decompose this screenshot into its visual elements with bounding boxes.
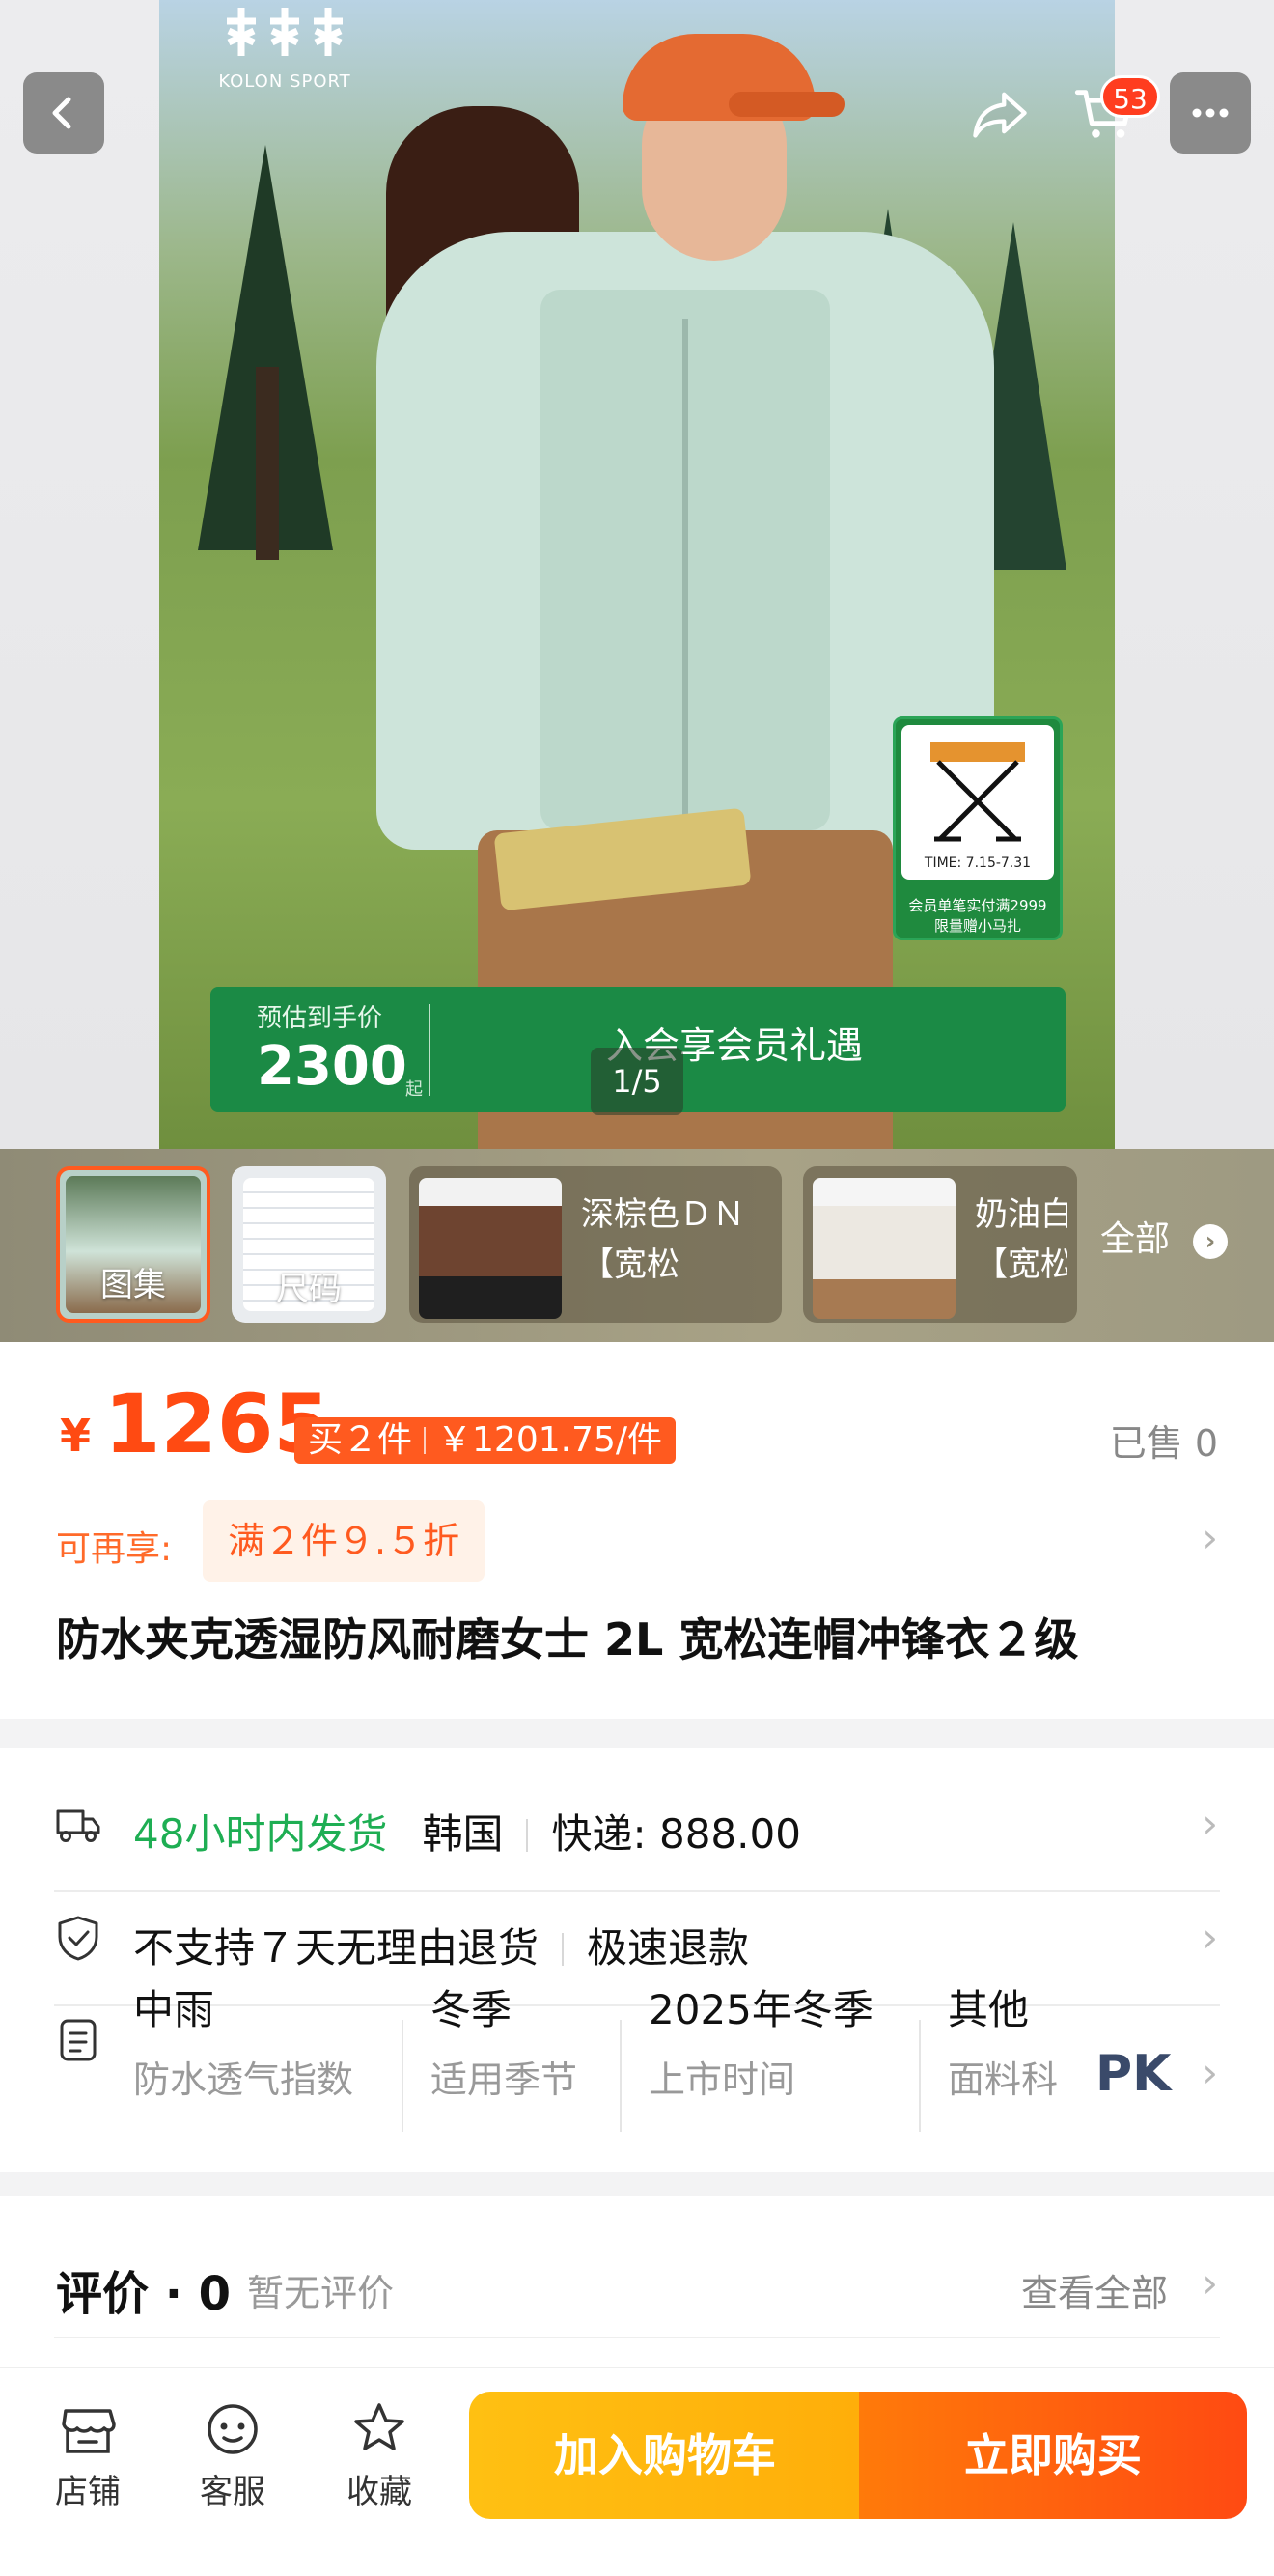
estimate-price: 2300	[257, 1035, 407, 1098]
gift-caption: 会员单笔实付满2999	[908, 897, 1047, 914]
sold-count: 已售 0	[1109, 1422, 1218, 1465]
spec-key: 上市时间	[649, 2058, 796, 2101]
chevron-right-icon: ›	[1202, 1800, 1218, 1847]
spec-item[interactable]: 中雨 防水透气指数	[133, 1977, 353, 2103]
buy-now-button[interactable]: 立即购买	[859, 2392, 1247, 2519]
add-to-cart-button[interactable]: 加入购物车	[469, 2392, 861, 2519]
spec-list-icon	[60, 2019, 97, 2061]
model-cap-brim	[729, 92, 845, 117]
service-info-section: 48小时内发货 韩国 快递: 888.00 › 不支持７天无理由退货 极速退款 ›	[0, 1748, 1274, 2172]
stool-icon	[930, 742, 1025, 842]
spec-key: 适用季节	[430, 2058, 578, 2101]
divider	[54, 2337, 1220, 2338]
share-button[interactable]	[959, 72, 1040, 154]
chevron-right-icon[interactable]: ›	[1202, 2259, 1218, 2307]
favorite-button[interactable]: 收藏	[326, 2397, 432, 2512]
divider	[54, 1890, 1220, 1892]
product-gallery[interactable]: KOLON SPORT 53 TIME: 7.15-7.31 会员单笔实付满29…	[0, 0, 1274, 1149]
ship-origin: 韩国	[422, 1810, 504, 1858]
chevron-right-icon: ›	[1202, 1914, 1218, 1961]
thumb-color-cream[interactable]: 奶油白Ｒ【宽松	[803, 1166, 1077, 1323]
spec-key: 防水透气指数	[133, 2058, 354, 2101]
star-icon	[354, 2403, 404, 2450]
dispatch-time: 48小时内发货	[133, 1810, 388, 1858]
thumb-desc: 深棕色ＤＮ 【宽松	[581, 1195, 745, 1284]
price-section: ¥ 1265 买２件 ￥1201.75/件 已售 0 可再享: 满２件９.５折 ›…	[0, 1342, 1274, 1719]
banner-divider	[429, 1004, 430, 1096]
more-dots-icon	[1192, 108, 1229, 118]
spec-value: 其他	[948, 1986, 1030, 2033]
shield-check-icon	[58, 1916, 98, 1961]
product-title: 防水夹克透湿防风耐磨女士 2L 宽松连帽冲锋衣２级	[56, 1613, 1079, 1666]
spec-divider	[620, 2020, 622, 2132]
estimate-suffix: 起	[405, 1079, 423, 1100]
estimate-label: 预估到手价	[257, 1004, 383, 1033]
gift-image: TIME: 7.15-7.31	[901, 725, 1054, 880]
price-currency: ¥	[60, 1410, 92, 1462]
chevron-right-icon[interactable]: ›	[1202, 1514, 1218, 1561]
jacket-zip	[682, 319, 688, 821]
brand-name: KOLON SPORT	[218, 71, 351, 92]
brand-logo: KOLON SPORT	[212, 2, 357, 92]
back-button[interactable]	[23, 72, 104, 154]
thumb-image	[419, 1178, 562, 1319]
spec-item[interactable]: 2025年冬季 上市时间	[649, 1977, 873, 2103]
gift-time: TIME: 7.15-7.31	[924, 855, 1032, 871]
gift-promo-card[interactable]: TIME: 7.15-7.31 会员单笔实付满2999 限量赠小马扎	[893, 716, 1063, 940]
returns-row[interactable]: 不支持７天无理由退货 极速退款 ›	[0, 1910, 1274, 1977]
refund-type: 极速退款	[587, 1924, 750, 1972]
thumb-label: 尺码	[276, 1270, 342, 1308]
more-button[interactable]	[1170, 72, 1251, 154]
ship-fee: 快递: 888.00	[551, 1810, 801, 1858]
chat-icon	[208, 2404, 258, 2454]
truck-icon	[56, 1809, 100, 1842]
share-icon	[973, 92, 1027, 138]
spec-key: 面料科	[948, 2058, 1059, 2101]
thumb-desc: 奶油白Ｒ【宽松	[975, 1195, 1067, 1284]
thumb-image	[813, 1178, 956, 1319]
reviews-title: 评价 · 0	[56, 2267, 232, 2321]
thumb-size-chart[interactable]: 尺码	[232, 1166, 386, 1323]
returns-text: 不支持７天无理由退货 极速退款	[133, 1916, 749, 1974]
shipping-text: 48小时内发货 韩国 快递: 888.00	[133, 1802, 801, 1861]
store-label: 店铺	[55, 2473, 121, 2511]
bulk-deal-tag[interactable]: 买２件 ￥1201.75/件	[294, 1417, 677, 1464]
return-policy: 不支持７天无理由退货	[133, 1924, 540, 1972]
brand-mark	[212, 2, 357, 73]
thumb-gallery[interactable]: 图集	[56, 1166, 210, 1323]
spec-divider	[402, 2020, 403, 2132]
spec-value: 2025年冬季	[649, 1986, 873, 2033]
chevron-right-icon[interactable]: ›	[1193, 1224, 1228, 1259]
thumb-label: 图集	[100, 1266, 166, 1304]
service-label: 客服	[200, 2473, 265, 2511]
store-icon	[62, 2409, 116, 2453]
spec-item[interactable]: 其他 面料科	[948, 1977, 1067, 2103]
pk-compare-button[interactable]: PK	[1095, 2045, 1171, 2103]
image-pager: 1/5	[591, 1048, 683, 1115]
favorite-label: 收藏	[346, 2473, 412, 2511]
spec-divider	[919, 2020, 921, 2132]
cart-count-badge: 53	[1100, 75, 1160, 118]
product-photo[interactable]	[159, 0, 1115, 1149]
thumbs-all-label[interactable]: 全部	[1100, 1211, 1170, 1261]
customer-service-button[interactable]: 客服	[180, 2397, 286, 2512]
shipping-row[interactable]: 48小时内发货 韩国 快递: 888.00 ›	[0, 1796, 1274, 1863]
gift-caption: 限量赠小马扎	[933, 917, 1021, 935]
bg-trunk	[256, 367, 279, 560]
store-button[interactable]: 店铺	[35, 2397, 141, 2512]
bottom-action-bar: 店铺 客服 收藏 加入购物车 立即购买	[0, 2367, 1274, 2576]
promo-label: 可再享:	[56, 1529, 173, 1569]
reviews-view-all[interactable]: 查看全部	[1021, 2263, 1168, 2316]
chevron-left-icon	[52, 97, 71, 129]
reviews-empty-text: 暂无评价	[247, 2272, 395, 2314]
promo-chip[interactable]: 满２件９.５折	[203, 1500, 485, 1582]
chevron-right-icon[interactable]: ›	[1202, 2049, 1218, 2096]
spec-value: 中雨	[133, 1986, 215, 2033]
spec-value: 冬季	[430, 1986, 512, 2033]
thumb-color-brown[interactable]: 深棕色ＤＮ 【宽松	[409, 1166, 782, 1323]
spec-item[interactable]: 冬季 适用季节	[430, 1977, 577, 2103]
